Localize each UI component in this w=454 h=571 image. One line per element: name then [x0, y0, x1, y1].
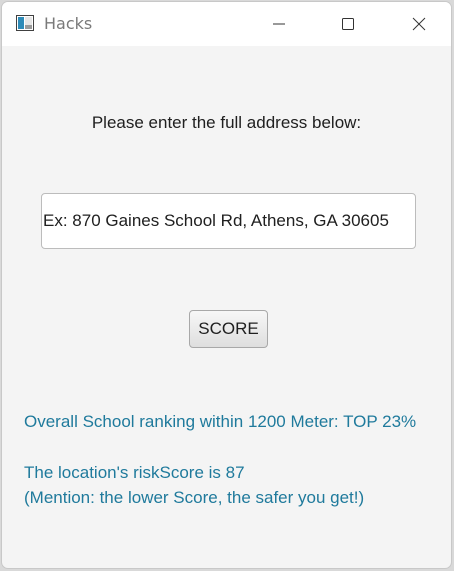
- minimize-button[interactable]: [256, 2, 302, 46]
- risk-score-note: (Mention: the lower Score, the safer you…: [24, 488, 365, 507]
- close-button[interactable]: [396, 2, 442, 46]
- window-title: Hacks: [44, 14, 93, 33]
- score-button[interactable]: SCORE: [189, 310, 268, 348]
- minimize-icon: [271, 16, 287, 32]
- app-window: Hacks Please enter the full address belo…: [1, 1, 452, 569]
- maximize-button[interactable]: [325, 2, 371, 46]
- risk-score-text: The location's riskScore is 87: [24, 463, 245, 482]
- app-window-icon: [16, 15, 34, 31]
- maximize-icon: [340, 16, 356, 32]
- close-icon: [411, 16, 427, 32]
- address-input[interactable]: [41, 193, 416, 249]
- title-bar[interactable]: Hacks: [2, 2, 451, 46]
- address-prompt: Please enter the full address below:: [91, 113, 362, 132]
- school-ranking-text: Overall School ranking within 1200 Meter…: [24, 412, 417, 431]
